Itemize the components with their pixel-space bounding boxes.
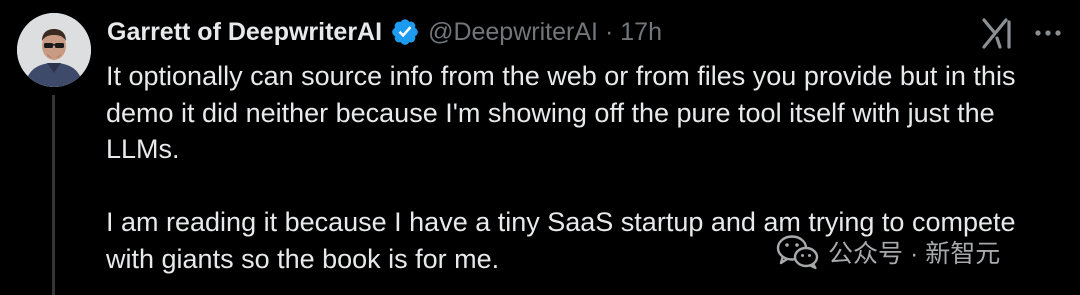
author-display-name[interactable]: Garrett of DeepwriterAI xyxy=(107,18,382,47)
avatar[interactable] xyxy=(17,13,91,87)
watermark: 公众号 · 新智元 xyxy=(776,232,1000,272)
tweet[interactable]: Garrett of DeepwriterAI @DeepwriterAI · … xyxy=(0,0,1080,295)
separator-dot: · xyxy=(604,17,614,46)
thread-line xyxy=(52,95,55,295)
verified-badge-icon xyxy=(390,17,420,47)
tweet-header: Garrett of DeepwriterAI @DeepwriterAI · … xyxy=(107,14,662,50)
author-handle[interactable]: @DeepwriterAI xyxy=(428,18,598,47)
tweet-timestamp[interactable]: 17h xyxy=(620,18,662,47)
more-options-icon[interactable] xyxy=(1030,20,1066,46)
grok-icon[interactable] xyxy=(978,16,1016,50)
tweet-paragraph-1: It optionally can source info from the w… xyxy=(106,61,1016,164)
watermark-text: 公众号 · 新智元 xyxy=(828,240,1001,268)
wechat-icon xyxy=(776,234,820,270)
